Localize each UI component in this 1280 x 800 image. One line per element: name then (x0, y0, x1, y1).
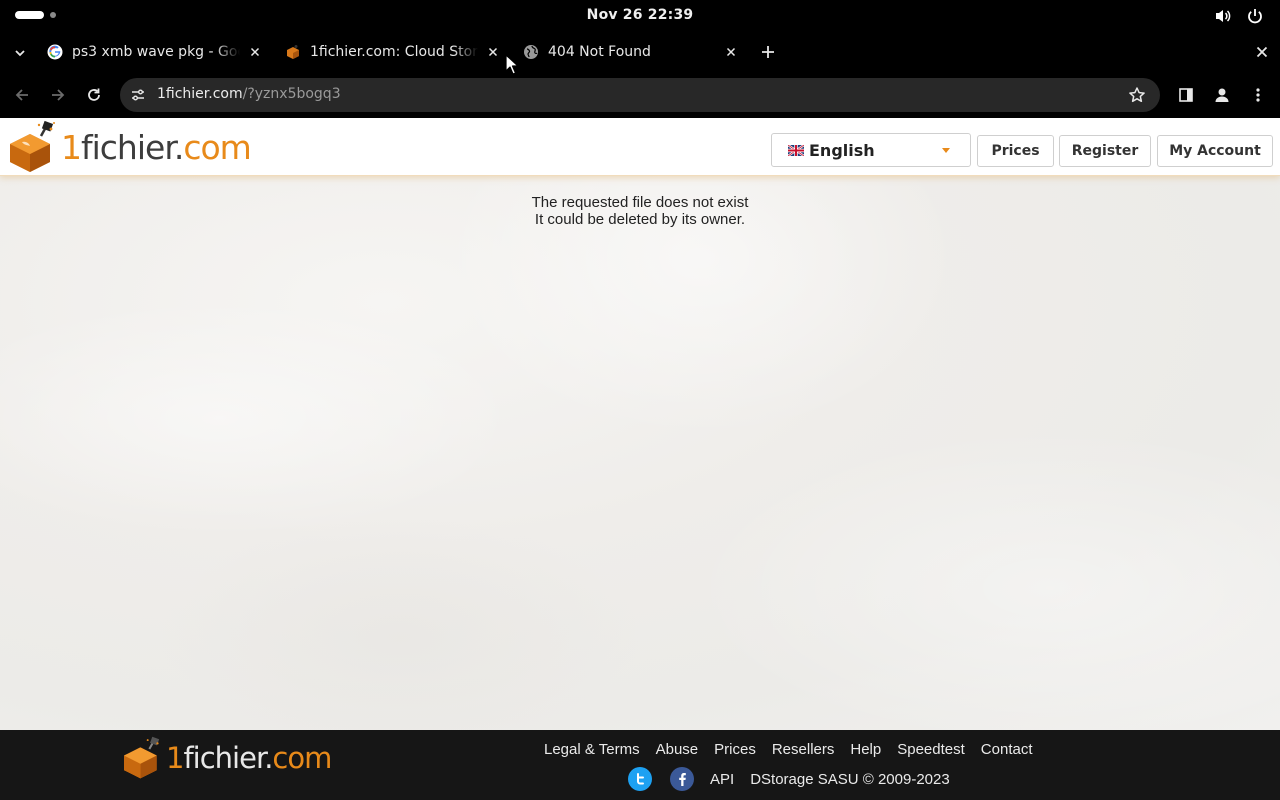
site-footer: 1fichier.com Legal & Terms Abuse Prices … (0, 730, 1280, 800)
footer-link-contact[interactable]: Contact (981, 741, 1033, 758)
url-host: 1fichier.com (157, 86, 243, 102)
reload-button[interactable] (83, 84, 105, 106)
footer-link-resellers[interactable]: Resellers (772, 741, 835, 758)
bookmark-star-icon[interactable] (1128, 86, 1146, 104)
logo-wordmark: 1fichier.com (61, 127, 252, 167)
system-status-area[interactable] (1214, 7, 1264, 25)
error-message-line1: The requested file does not exist (531, 194, 749, 211)
language-select[interactable]: English (771, 133, 971, 167)
volume-icon[interactable] (1214, 7, 1232, 25)
browser-toolbar: 1fichier.com/?yznx5bogq3 (0, 72, 1280, 118)
register-button[interactable]: Register (1059, 135, 1151, 167)
footer-link-api[interactable]: API (710, 771, 734, 788)
power-icon[interactable] (1246, 7, 1264, 25)
footer-link-speedtest[interactable]: Speedtest (897, 741, 965, 758)
google-icon (47, 44, 63, 60)
tab-strip: ps3 xmb wave pkg - Google Search 1fichie… (0, 32, 1280, 72)
close-icon[interactable] (723, 44, 739, 60)
error-message-line2: It could be deleted by its owner. (534, 211, 746, 228)
tab-title: ps3 xmb wave pkg - Google Search (72, 44, 240, 60)
close-icon[interactable] (485, 44, 501, 60)
twitter-icon[interactable] (628, 767, 652, 791)
tab-search-button[interactable] (10, 43, 30, 63)
site-logo[interactable]: 1fichier.com (5, 120, 252, 174)
forward-button[interactable] (47, 84, 69, 106)
close-icon[interactable] (247, 44, 263, 60)
tab-google-search[interactable]: ps3 xmb wave pkg - Google Search (47, 36, 263, 68)
language-label: English (809, 140, 875, 160)
footer-link-help[interactable]: Help (850, 741, 881, 758)
footer-link-abuse[interactable]: Abuse (656, 741, 699, 758)
arrow-right-icon (52, 89, 65, 101)
person-icon (1215, 88, 1229, 102)
site-header: 1fichier.com English Prices Register My … (0, 118, 1280, 176)
system-top-bar: Nov 26 22:39 (0, 0, 1280, 32)
web-page: 1fichier.com English Prices Register My … (0, 118, 1280, 730)
footer-links: Legal & Terms Abuse Prices Resellers Hel… (544, 741, 1033, 758)
caret-down-icon (942, 148, 950, 153)
1fichier-icon (285, 44, 301, 60)
facebook-icon[interactable] (670, 767, 694, 791)
logo-box-icon (10, 120, 55, 172)
url-text[interactable]: 1fichier.com/?yznx5bogq3 (157, 86, 341, 102)
footer-link-legal[interactable]: Legal & Terms (544, 741, 640, 758)
globe-icon (523, 44, 539, 60)
tab-title: 404 Not Found (548, 44, 651, 60)
tab-title: 1fichier.com: Cloud Storage (310, 44, 478, 60)
close-icon (1256, 46, 1268, 58)
uk-flag-icon (788, 144, 804, 156)
address-bar[interactable]: 1fichier.com/?yznx5bogq3 (120, 78, 1160, 112)
browser-menu-button[interactable] (1248, 85, 1268, 105)
logo-box-icon (124, 736, 160, 779)
footer-link-prices[interactable]: Prices (714, 741, 756, 758)
footer-bottom-row: API DStorage SASU © 2009-2023 (628, 767, 950, 791)
logo-wordmark: 1fichier.com (166, 740, 332, 775)
profile-button[interactable] (1212, 85, 1232, 105)
mouse-cursor-icon (505, 54, 519, 75)
reload-icon (88, 88, 100, 101)
kebab-menu-icon (1256, 88, 1260, 102)
tab-404-not-found[interactable]: 404 Not Found (523, 36, 739, 68)
new-tab-button[interactable] (758, 42, 778, 62)
footer-copyright: DStorage SASU © 2009-2023 (750, 770, 950, 788)
clock[interactable]: Nov 26 22:39 (0, 7, 1280, 23)
error-message: The requested file does not exist It cou… (0, 194, 1280, 228)
side-panel-button[interactable] (1176, 85, 1196, 105)
back-button[interactable] (11, 84, 33, 106)
tab-1fichier[interactable]: 1fichier.com: Cloud Storage (285, 36, 501, 68)
window-close-button[interactable] (1252, 42, 1272, 62)
chevron-down-icon (15, 50, 25, 57)
site-info-icon[interactable] (129, 86, 147, 104)
footer-logo[interactable]: 1fichier.com (120, 736, 332, 780)
my-account-button[interactable]: My Account (1157, 135, 1273, 167)
plus-icon (762, 46, 774, 58)
side-panel-icon (1179, 88, 1193, 102)
url-path: /?yznx5bogq3 (242, 86, 341, 102)
arrow-left-icon (15, 89, 28, 101)
prices-button[interactable]: Prices (977, 135, 1054, 167)
